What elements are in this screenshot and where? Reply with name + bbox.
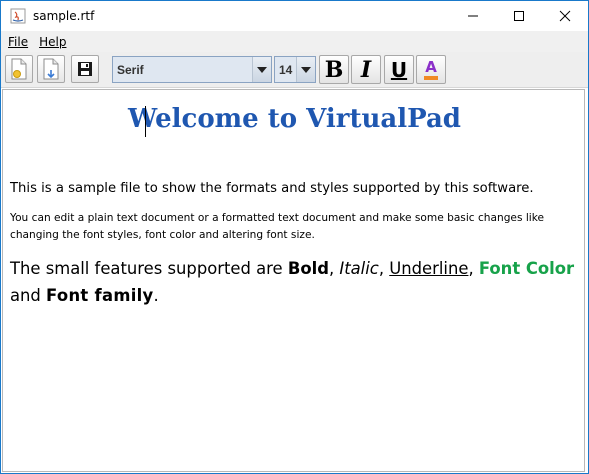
separator-text: , <box>468 259 479 278</box>
chevron-down-icon <box>301 66 311 73</box>
font-family-value: Serif <box>117 62 144 77</box>
document-title: Welcome to VirtualPad <box>128 104 461 134</box>
italic-button[interactable]: I <box>351 55 381 84</box>
app-window: sample.rtf File Help Serif 14 B I U A We… <box>0 0 589 474</box>
font-family-combo[interactable]: Serif <box>112 56 272 83</box>
new-file-icon <box>11 58 27 80</box>
bold-button[interactable]: B <box>319 55 349 84</box>
font-family-sample-text: Font family <box>46 286 154 305</box>
font-size-dropdown-arrow[interactable] <box>296 57 315 82</box>
font-color-button[interactable]: A <box>416 55 446 84</box>
period-text: . <box>153 286 159 305</box>
underline-icon: U <box>390 57 408 82</box>
minimize-icon <box>468 15 478 16</box>
toolbar: Serif 14 B I U A <box>1 52 588 88</box>
java-app-icon <box>10 8 26 24</box>
underline-button[interactable]: U <box>384 55 414 84</box>
bold-icon: B <box>324 56 344 83</box>
font-color-sample-text: Font Color <box>478 259 575 278</box>
window-controls <box>450 1 588 30</box>
open-file-button[interactable] <box>37 55 65 83</box>
document-paragraph-1: This is a sample file to show the format… <box>10 181 534 196</box>
separator-text: , <box>378 259 390 278</box>
menu-file[interactable]: File <box>8 35 28 49</box>
minimize-button[interactable] <box>450 1 496 30</box>
font-color-letter: A <box>425 57 437 76</box>
close-icon <box>559 10 571 21</box>
document-paragraph-3: The small features supported are Bold, I… <box>10 255 582 309</box>
maximize-icon <box>514 10 524 21</box>
open-file-icon <box>43 58 59 80</box>
save-icon <box>78 62 92 76</box>
font-size-combo[interactable]: 14 <box>274 56 316 83</box>
document-paragraph-2: You can edit a plain text document or a … <box>10 212 544 241</box>
chevron-down-icon <box>257 66 267 73</box>
font-color-icon: A <box>424 57 438 80</box>
menu-help[interactable]: Help <box>39 35 66 49</box>
features-intro-text: The small features supported are <box>10 259 288 278</box>
title-bar[interactable]: sample.rtf <box>1 1 588 30</box>
window-title: sample.rtf <box>33 8 95 23</box>
italic-icon: I <box>360 56 372 83</box>
close-button[interactable] <box>542 1 588 30</box>
maximize-button[interactable] <box>496 1 542 30</box>
font-color-swatch <box>424 75 438 80</box>
font-family-dropdown-arrow[interactable] <box>252 57 271 82</box>
and-text: and <box>10 286 47 305</box>
new-file-button[interactable] <box>5 55 33 83</box>
font-size-value: 14 <box>279 62 293 77</box>
menu-bar: File Help <box>1 31 588 52</box>
underline-sample-text: Underline <box>389 259 469 278</box>
text-caret <box>145 106 146 137</box>
italic-sample-text: Italic <box>339 259 379 278</box>
separator-text: , <box>328 259 340 278</box>
text-editor[interactable]: Welcome to VirtualPad This is a sample f… <box>2 89 585 472</box>
save-button[interactable] <box>71 55 99 83</box>
bold-sample-text: Bold <box>287 259 329 278</box>
